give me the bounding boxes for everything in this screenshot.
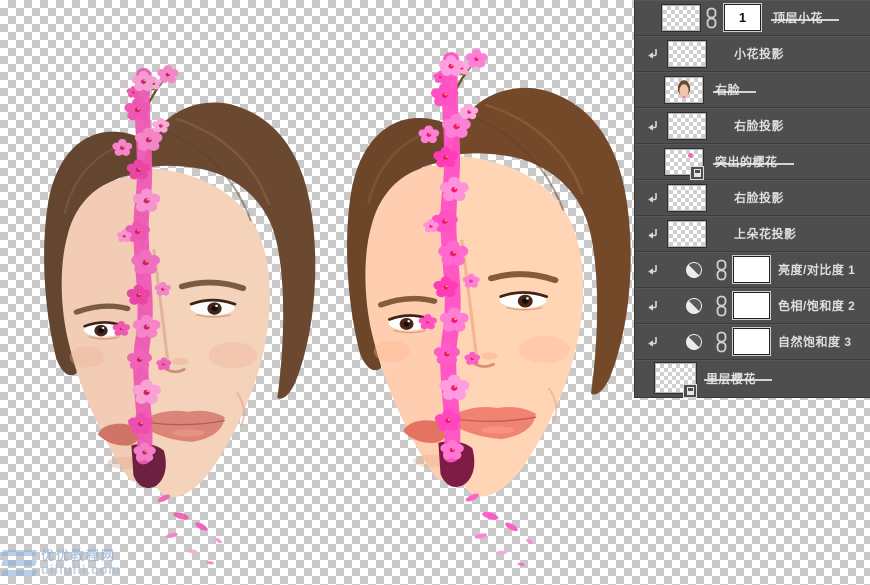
layer-thumbnail[interactable] [662, 5, 700, 31]
layer-row[interactable]: 上朵花投影 [635, 216, 870, 252]
layer-row[interactable]: 小花投影 [635, 36, 870, 72]
layer-mask-thumbnail[interactable] [733, 328, 770, 355]
layer-name[interactable]: 上朵花投影 [734, 225, 797, 242]
clipping-mask-icon [647, 191, 660, 205]
clipping-mask-icon [647, 227, 660, 241]
link-icon[interactable] [706, 7, 717, 29]
layers-panel: 1顶层小花小花投影右脸右脸投影突出的樱花右脸投影上朵花投影亮度/对比度 1色相/… [634, 0, 870, 398]
layer-thumbnail[interactable] [665, 77, 703, 103]
layer-name[interactable]: 小花投影 [734, 45, 784, 62]
clipping-mask-icon [647, 119, 660, 133]
layer-row[interactable]: 右脸投影 [635, 180, 870, 216]
layer-row[interactable]: 自然饱和度 3 [635, 324, 870, 360]
link-icon[interactable] [716, 331, 727, 353]
adjustment-layer-icon[interactable] [686, 334, 702, 350]
layer-thumbnail[interactable] [668, 41, 706, 67]
layer-thumbnail[interactable] [668, 185, 706, 211]
layer-name[interactable]: 右脸投影 [734, 117, 784, 134]
clipping-mask-icon [647, 299, 660, 313]
layer-thumbnail[interactable] [665, 149, 703, 175]
layer-row[interactable]: 1 顶层小花 [635, 0, 870, 36]
layer-name[interactable]: 自然饱和度 3 [778, 333, 852, 350]
composite-face-right [326, 48, 644, 578]
layer-row[interactable]: 色相/饱和度 2 [635, 288, 870, 324]
smart-object-badge [690, 166, 704, 180]
thumbnail-pink-content [688, 153, 693, 158]
layer-mask-thumbnail[interactable]: 1 [724, 4, 761, 31]
layer-row[interactable]: 亮度/对比度 1 [635, 252, 870, 288]
layer-mask-thumbnail[interactable] [733, 292, 770, 319]
layer-name[interactable]: 顶层小花 [773, 9, 823, 26]
clipping-mask-icon [647, 263, 660, 277]
layer-name[interactable]: 右脸投影 [734, 189, 784, 206]
clipping-mask-icon [647, 47, 660, 61]
layer-name[interactable]: 突出的樱花 [715, 153, 778, 170]
adjustment-layer-icon[interactable] [686, 298, 702, 314]
layer-name[interactable]: 亮度/对比度 1 [778, 261, 855, 278]
layer-mask-thumbnail[interactable] [733, 256, 770, 283]
composite-face-left [24, 64, 328, 576]
link-icon[interactable] [716, 259, 727, 281]
adjustment-layer-icon[interactable] [686, 262, 702, 278]
layer-row[interactable]: 右脸投影 [635, 108, 870, 144]
layer-row[interactable]: 里层樱花 [635, 360, 870, 396]
layer-row[interactable]: 突出的樱花 [635, 144, 870, 180]
layer-name[interactable]: 右脸 [715, 81, 740, 98]
layer-row[interactable]: 右脸 [635, 72, 870, 108]
layer-thumbnail[interactable] [655, 363, 696, 393]
layer-name[interactable]: 里层樱花 [706, 370, 756, 387]
layer-thumbnail[interactable] [668, 221, 706, 247]
layer-thumbnail[interactable] [668, 113, 706, 139]
link-icon[interactable] [716, 295, 727, 317]
smart-object-badge [683, 384, 697, 398]
layer-name[interactable]: 色相/饱和度 2 [778, 297, 855, 314]
clipping-mask-icon [647, 335, 660, 349]
